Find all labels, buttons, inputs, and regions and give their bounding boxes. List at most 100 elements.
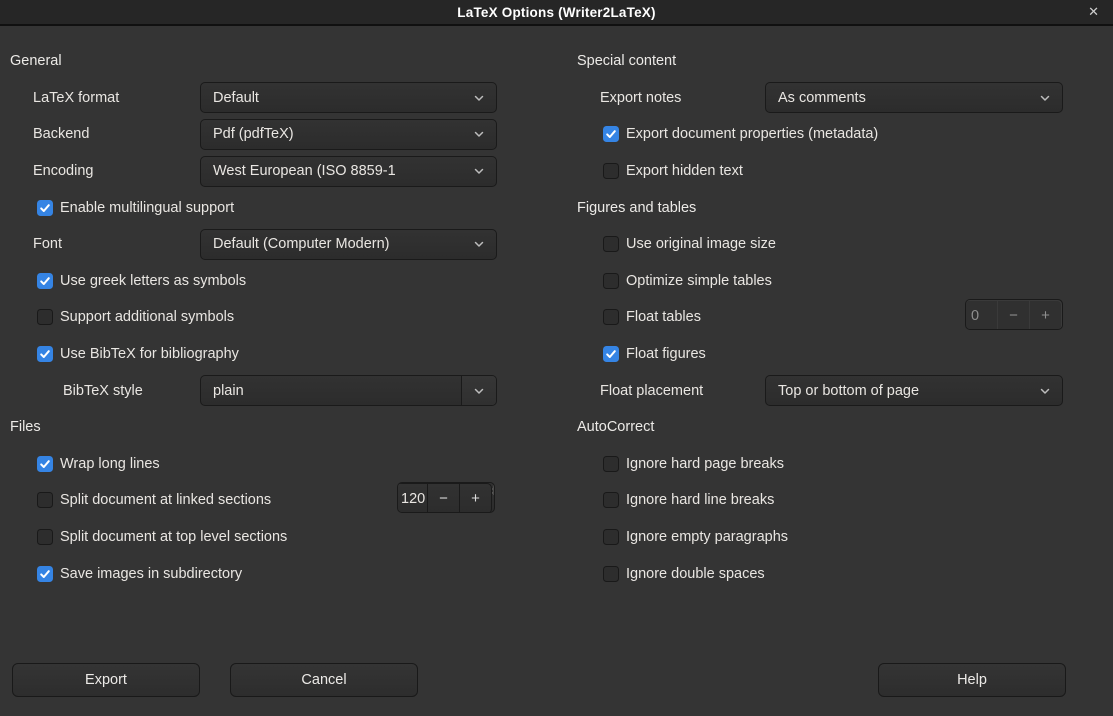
help-button[interactable]: Help (878, 663, 1066, 697)
dialog-title: LaTeX Options (Writer2LaTeX) (457, 5, 655, 20)
export-document-properties-metadata-label[interactable]: Export document properties (metadata) (626, 126, 878, 142)
special-content-row: Special content (577, 43, 1063, 80)
bibtex-style-label: BibTeX style (10, 383, 143, 399)
split-document-at-top-level-sections-label[interactable]: Split document at top level sections (60, 529, 287, 545)
bibtex-style-combobox[interactable]: plain (200, 375, 497, 406)
export-notes-dropdown[interactable]: As comments (765, 82, 1063, 113)
float-placement-dropdown[interactable]: Top or bottom of page (765, 375, 1063, 406)
save-images-in-subdirectory-row: Save images in subdirectory (10, 555, 497, 592)
encoding-dropdown[interactable]: West European (ISO 8859-1 (200, 156, 497, 187)
ignore-hard-line-breaks-row: Ignore hard line breaks (577, 482, 1063, 519)
chevron-down-icon (462, 230, 496, 259)
enable-multilingual-support-checkbox[interactable] (37, 200, 53, 216)
ignore-empty-paragraphs-checkbox[interactable] (603, 529, 619, 545)
float-placement-row: Float placement Top or bottom of page (577, 372, 1063, 409)
split-document-at-linked-sections-row: Split document at linked sections (10, 482, 497, 519)
figures-and-tables-row: Figures and tables (577, 189, 1063, 226)
left-column: General LaTeX format Default Backend Pdf (pd… (10, 43, 497, 592)
ignore-double-spaces-row: Ignore double spaces (577, 555, 1063, 592)
section-autocorrect: AutoCorrect (577, 419, 654, 435)
save-images-in-subdirectory-checkbox[interactable] (37, 566, 53, 582)
latex-format-dropdown[interactable]: Default (200, 82, 497, 113)
ignore-double-spaces-checkbox[interactable] (603, 566, 619, 582)
split-document-at-linked-sections-label[interactable]: Split document at linked sections (60, 492, 271, 508)
float-tables-label[interactable]: Float tables (626, 309, 701, 325)
wrap-long-lines-checkbox[interactable] (37, 456, 53, 472)
ignore-empty-paragraphs-label[interactable]: Ignore empty paragraphs (626, 529, 788, 545)
ignore-empty-paragraphs-row: Ignore empty paragraphs (577, 519, 1063, 556)
ignore-hard-page-breaks-row: Ignore hard page breaks (577, 446, 1063, 483)
enable-multilingual-support-row: Enable multilingual support (10, 189, 497, 226)
use-original-image-size-label[interactable]: Use original image size (626, 236, 776, 252)
section-files: Files (10, 419, 41, 435)
backend-row: Backend Pdf (pdfTeX) (10, 116, 497, 153)
dialog-titlebar: LaTeX Options (Writer2LaTeX) ✕ (0, 0, 1113, 26)
right-column: Special contentExport notesAs commentsEx… (577, 43, 1063, 592)
split-document-at-linked-sections-checkbox[interactable] (37, 492, 53, 508)
export-document-properties-metadata-checkbox[interactable] (603, 126, 619, 142)
use-original-image-size-checkbox[interactable] (603, 236, 619, 252)
enable-multilingual-support-label[interactable]: Enable multilingual support (60, 200, 234, 216)
support-additional-symbols-checkbox[interactable] (37, 309, 53, 325)
float-tables-checkbox[interactable] (603, 309, 619, 325)
backend-dropdown[interactable]: Pdf (pdfTeX) (200, 119, 497, 150)
latex-format-label: LaTeX format (10, 90, 119, 106)
export-hidden-text-row: Export hidden text (577, 153, 1063, 190)
export-document-properties-metadata-row: Export document properties (metadata) (577, 116, 1063, 153)
backend-label: Backend (10, 126, 89, 142)
chevron-down-icon (1028, 83, 1062, 112)
support-additional-symbols-label[interactable]: Support additional symbols (60, 309, 234, 325)
export-button[interactable]: Export (12, 663, 200, 697)
ignore-hard-line-breaks-checkbox[interactable] (603, 492, 619, 508)
backend-value: Pdf (pdfTeX) (201, 126, 462, 142)
section-general: General (10, 53, 62, 69)
use-greek-letters-as-symbols-row: Use greek letters as symbols (10, 263, 497, 300)
chevron-down-icon[interactable] (461, 376, 496, 405)
export-hidden-text-label[interactable]: Export hidden text (626, 163, 743, 179)
chevron-down-icon (462, 83, 496, 112)
section-special-content: Special content (577, 53, 676, 69)
font-label: Font (10, 236, 62, 252)
font-row: Font Default (Computer Modern) (10, 226, 497, 263)
use-bibtex-for-bibliography-label[interactable]: Use BibTeX for bibliography (60, 346, 239, 362)
float-figures-row: Float figures (577, 336, 1063, 373)
save-images-in-subdirectory-label[interactable]: Save images in subdirectory (60, 566, 242, 582)
use-bibtex-for-bibliography-row: Use BibTeX for bibliography (10, 336, 497, 373)
use-greek-letters-as-symbols-label[interactable]: Use greek letters as symbols (60, 273, 246, 289)
split-document-at-top-level-sections-row: Split document at top level sections (10, 519, 497, 556)
float-figures-checkbox[interactable] (603, 346, 619, 362)
use-bibtex-for-bibliography-checkbox[interactable] (37, 346, 53, 362)
export-hidden-text-checkbox[interactable] (603, 163, 619, 179)
cancel-button[interactable]: Cancel (230, 663, 418, 697)
latex-format-value: Default (201, 90, 462, 106)
general-row: General (10, 43, 497, 80)
font-value: Default (Computer Modern) (201, 236, 462, 252)
float-placement-label: Float placement (577, 383, 703, 399)
export-notes-row: Export notes As comments (577, 80, 1063, 117)
optimize-simple-tables-label[interactable]: Optimize simple tables (626, 273, 772, 289)
float-placement-value: Top or bottom of page (766, 383, 1028, 399)
ignore-hard-page-breaks-label[interactable]: Ignore hard page breaks (626, 456, 784, 472)
font-dropdown[interactable]: Default (Computer Modern) (200, 229, 497, 260)
optimize-simple-tables-checkbox[interactable] (603, 273, 619, 289)
wrap-long-lines-row: Wrap long lines (10, 446, 497, 483)
latex-format-row: LaTeX format Default (10, 80, 497, 117)
ignore-hard-page-breaks-checkbox[interactable] (603, 456, 619, 472)
float-figures-label[interactable]: Float figures (626, 346, 706, 362)
use-original-image-size-row: Use original image size (577, 226, 1063, 263)
encoding-value: West European (ISO 8859-1 (201, 163, 462, 179)
bibtex-style-value: plain (201, 383, 461, 399)
chevron-down-icon (462, 157, 496, 186)
export-notes-value: As comments (766, 90, 1028, 106)
ignore-hard-line-breaks-label[interactable]: Ignore hard line breaks (626, 492, 774, 508)
wrap-long-lines-label[interactable]: Wrap long lines (60, 456, 160, 472)
files-row: Files (10, 409, 497, 446)
export-notes-label: Export notes (577, 90, 681, 106)
support-additional-symbols-row: Support additional symbols (10, 299, 497, 336)
split-document-at-top-level-sections-checkbox[interactable] (37, 529, 53, 545)
use-greek-letters-as-symbols-checkbox[interactable] (37, 273, 53, 289)
optimize-simple-tables-row: Optimize simple tables (577, 263, 1063, 300)
ignore-double-spaces-label[interactable]: Ignore double spaces (626, 566, 765, 582)
bibtex-style-row: BibTeX style plain (10, 372, 497, 409)
close-icon[interactable]: ✕ (1084, 0, 1103, 24)
